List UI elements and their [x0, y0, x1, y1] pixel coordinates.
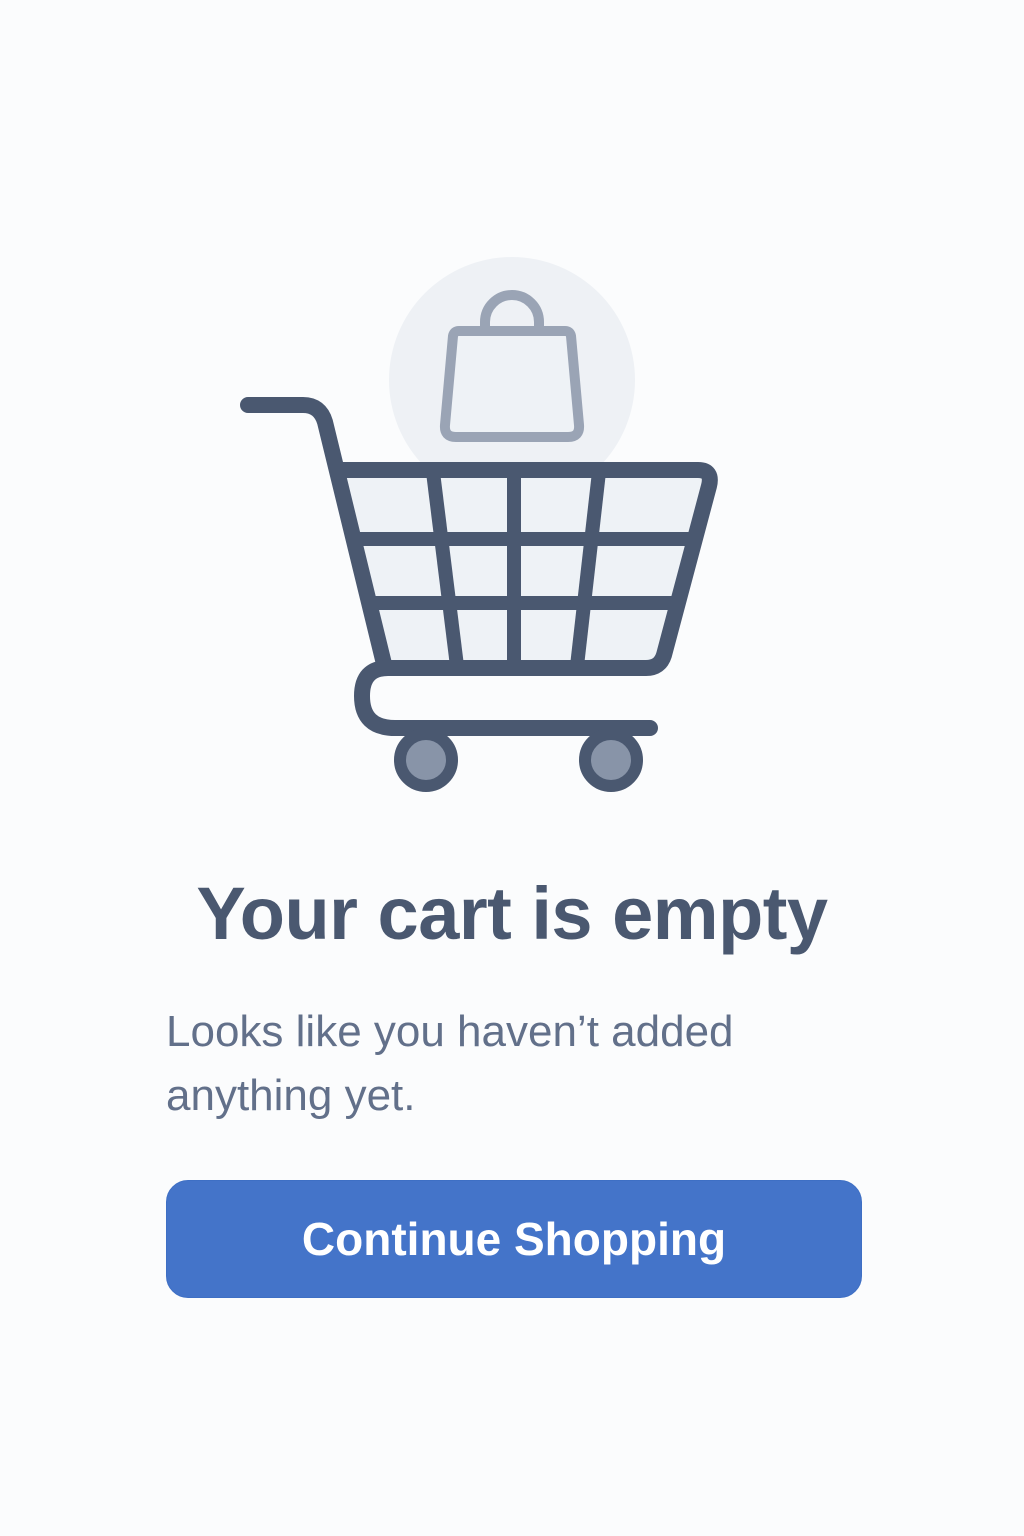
cart-wheel-left — [394, 728, 458, 792]
shopping-cart-icon — [240, 397, 718, 792]
empty-cart-screen: Your cart is empty Looks like you haven’… — [0, 0, 1024, 1536]
continue-shopping-button[interactable]: Continue Shopping — [166, 1180, 862, 1298]
empty-cart-title: Your cart is empty — [196, 872, 828, 955]
empty-cart-message: Looks like you haven’t added anything ye… — [166, 1007, 734, 1120]
empty-cart-illustration — [240, 257, 718, 792]
cart-wheel-right — [579, 728, 643, 792]
